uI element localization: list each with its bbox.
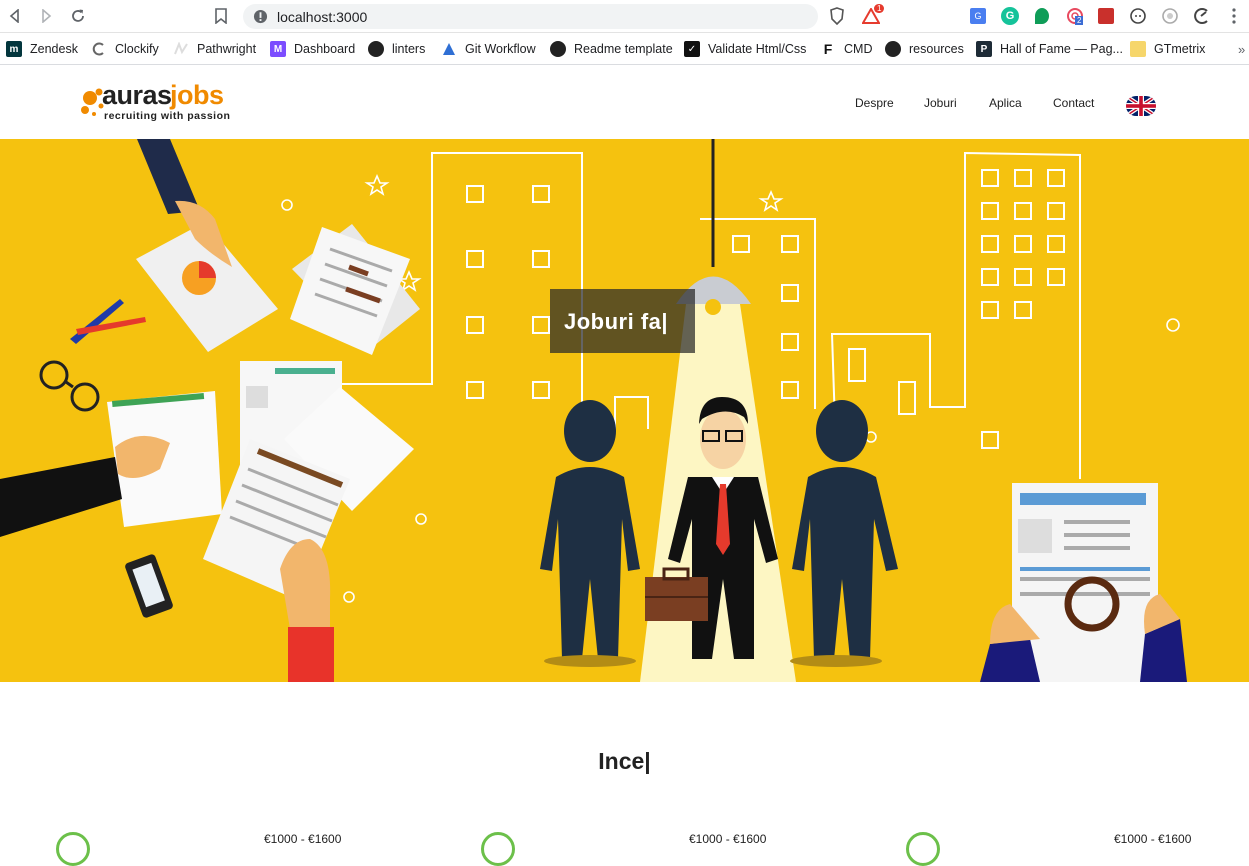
bookmark-gtmetrix[interactable]: GTmetrix [1130, 40, 1205, 58]
site-info-icon[interactable] [253, 9, 268, 29]
bookmark-star-icon[interactable] [211, 6, 231, 26]
bookmarks-bar: m Zendesk Clockify Pathwright M Dashboar… [0, 33, 1249, 65]
logo-word-auras: auras [102, 80, 172, 110]
ext-spiral-icon[interactable]: 2 [1066, 7, 1084, 25]
bookmark-readme-template[interactable]: Readme template [550, 40, 673, 58]
logo-word-jobs: jobs [170, 80, 224, 110]
job-salary: €1000 - €1600 [689, 832, 767, 846]
job-salary: €1000 - €1600 [1114, 832, 1192, 846]
bookmark-label: resources [909, 42, 964, 56]
bookmark-label: linters [392, 42, 426, 56]
rewards-badge: 1 [874, 4, 885, 13]
job-salary: €1000 - €1600 [264, 832, 342, 846]
nav-despre[interactable]: Despre [855, 96, 894, 110]
git-workflow-icon [441, 41, 457, 57]
grammarly-icon[interactable]: G [1001, 7, 1019, 25]
bookmark-zendesk[interactable]: m Zendesk [6, 40, 78, 58]
job-card[interactable]: €1000 - €1600 [56, 826, 376, 866]
bookmark-label: GTmetrix [1154, 42, 1206, 56]
site-header: auras jobs recruiting with passion Despr… [0, 66, 1249, 139]
bookmark-label: Dashboard [294, 42, 356, 56]
resume-magnifier [980, 483, 1187, 682]
job-card-icon [56, 832, 90, 866]
address-bar[interactable]: localhost:3000 [243, 4, 818, 29]
back-icon[interactable] [5, 6, 25, 26]
desk-documents [0, 139, 420, 682]
zendesk-icon: m [6, 41, 22, 57]
bookmark-git-workflow[interactable]: Git Workflow [441, 40, 536, 58]
bookmark-label: CMD [844, 42, 873, 56]
ext-clockify-icon[interactable] [1193, 7, 1211, 25]
forward-icon[interactable] [36, 6, 56, 26]
evernote-icon[interactable] [1033, 7, 1051, 25]
hero-banner: Joburi fa| [0, 139, 1249, 682]
bookmark-resources[interactable]: resources [885, 40, 964, 58]
bookmark-label: Hall of Fame — Pag... [1000, 42, 1123, 56]
bookmark-label: Pathwright [197, 42, 257, 56]
bookmark-cmd[interactable]: F CMD [820, 40, 872, 58]
job-card-icon [481, 832, 515, 866]
hall-of-fame-icon: P [976, 41, 992, 57]
bookmark-pathwright[interactable]: Pathwright [173, 40, 256, 58]
bookmark-clockify[interactable]: Clockify [91, 40, 159, 58]
job-card[interactable]: €1000 - €1600 [906, 826, 1226, 866]
ext-badge: 2 [1075, 16, 1084, 25]
translate-icon[interactable]: G [969, 7, 987, 25]
clockify-icon [91, 41, 107, 57]
validator-icon: ✓ [684, 41, 700, 57]
uk-flag-icon[interactable] [1126, 96, 1156, 116]
site-logo[interactable]: auras jobs recruiting with passion [80, 80, 240, 126]
hero-caption: Joburi fa| [550, 289, 695, 353]
section-title: Ince| [598, 748, 651, 774]
bookmark-label: Clockify [115, 42, 159, 56]
browser-toolbar: localhost:3000 1 G G 2 [0, 0, 1249, 33]
bookmark-validate[interactable]: ✓ Validate Html/Css [684, 40, 806, 58]
url-text[interactable]: localhost:3000 [277, 9, 367, 25]
ext-circle-icon[interactable] [1129, 7, 1147, 25]
bookmark-label: Readme template [574, 42, 673, 56]
github-icon [550, 41, 566, 57]
nav-joburi[interactable]: Joburi [924, 96, 957, 110]
github-icon [885, 41, 901, 57]
ext-gray-icon[interactable] [1161, 7, 1179, 25]
more-bookmarks-icon[interactable]: » [1238, 40, 1245, 58]
logo-tagline: recruiting with passion [104, 110, 231, 122]
bookmark-label: Git Workflow [465, 42, 536, 56]
hero-illustration [0, 139, 1187, 682]
bookmark-linters[interactable]: linters [368, 40, 425, 58]
pathwright-icon [173, 41, 189, 57]
bookmark-label: Validate Html/Css [708, 42, 807, 56]
job-card[interactable]: €1000 - €1600 [481, 826, 801, 866]
dashboard-icon: M [270, 41, 286, 57]
bookmark-hall-of-fame[interactable]: P Hall of Fame — Pag... [976, 40, 1123, 58]
brave-rewards-icon[interactable]: 1 [862, 4, 885, 25]
folder-icon [1130, 41, 1146, 57]
github-icon [368, 41, 384, 57]
bookmark-label: Zendesk [30, 42, 78, 56]
cmd-icon: F [820, 41, 836, 57]
job-card-icon [906, 832, 940, 866]
brave-shield-icon[interactable] [828, 7, 846, 25]
nav-contact[interactable]: Contact [1053, 96, 1094, 110]
ext-puzzle-red-icon[interactable] [1097, 7, 1115, 25]
menu-dots-icon[interactable] [1225, 7, 1243, 25]
reload-icon[interactable] [68, 6, 88, 26]
nav-aplica[interactable]: Aplica [989, 96, 1022, 110]
bookmark-dashboard[interactable]: M Dashboard [270, 40, 355, 58]
